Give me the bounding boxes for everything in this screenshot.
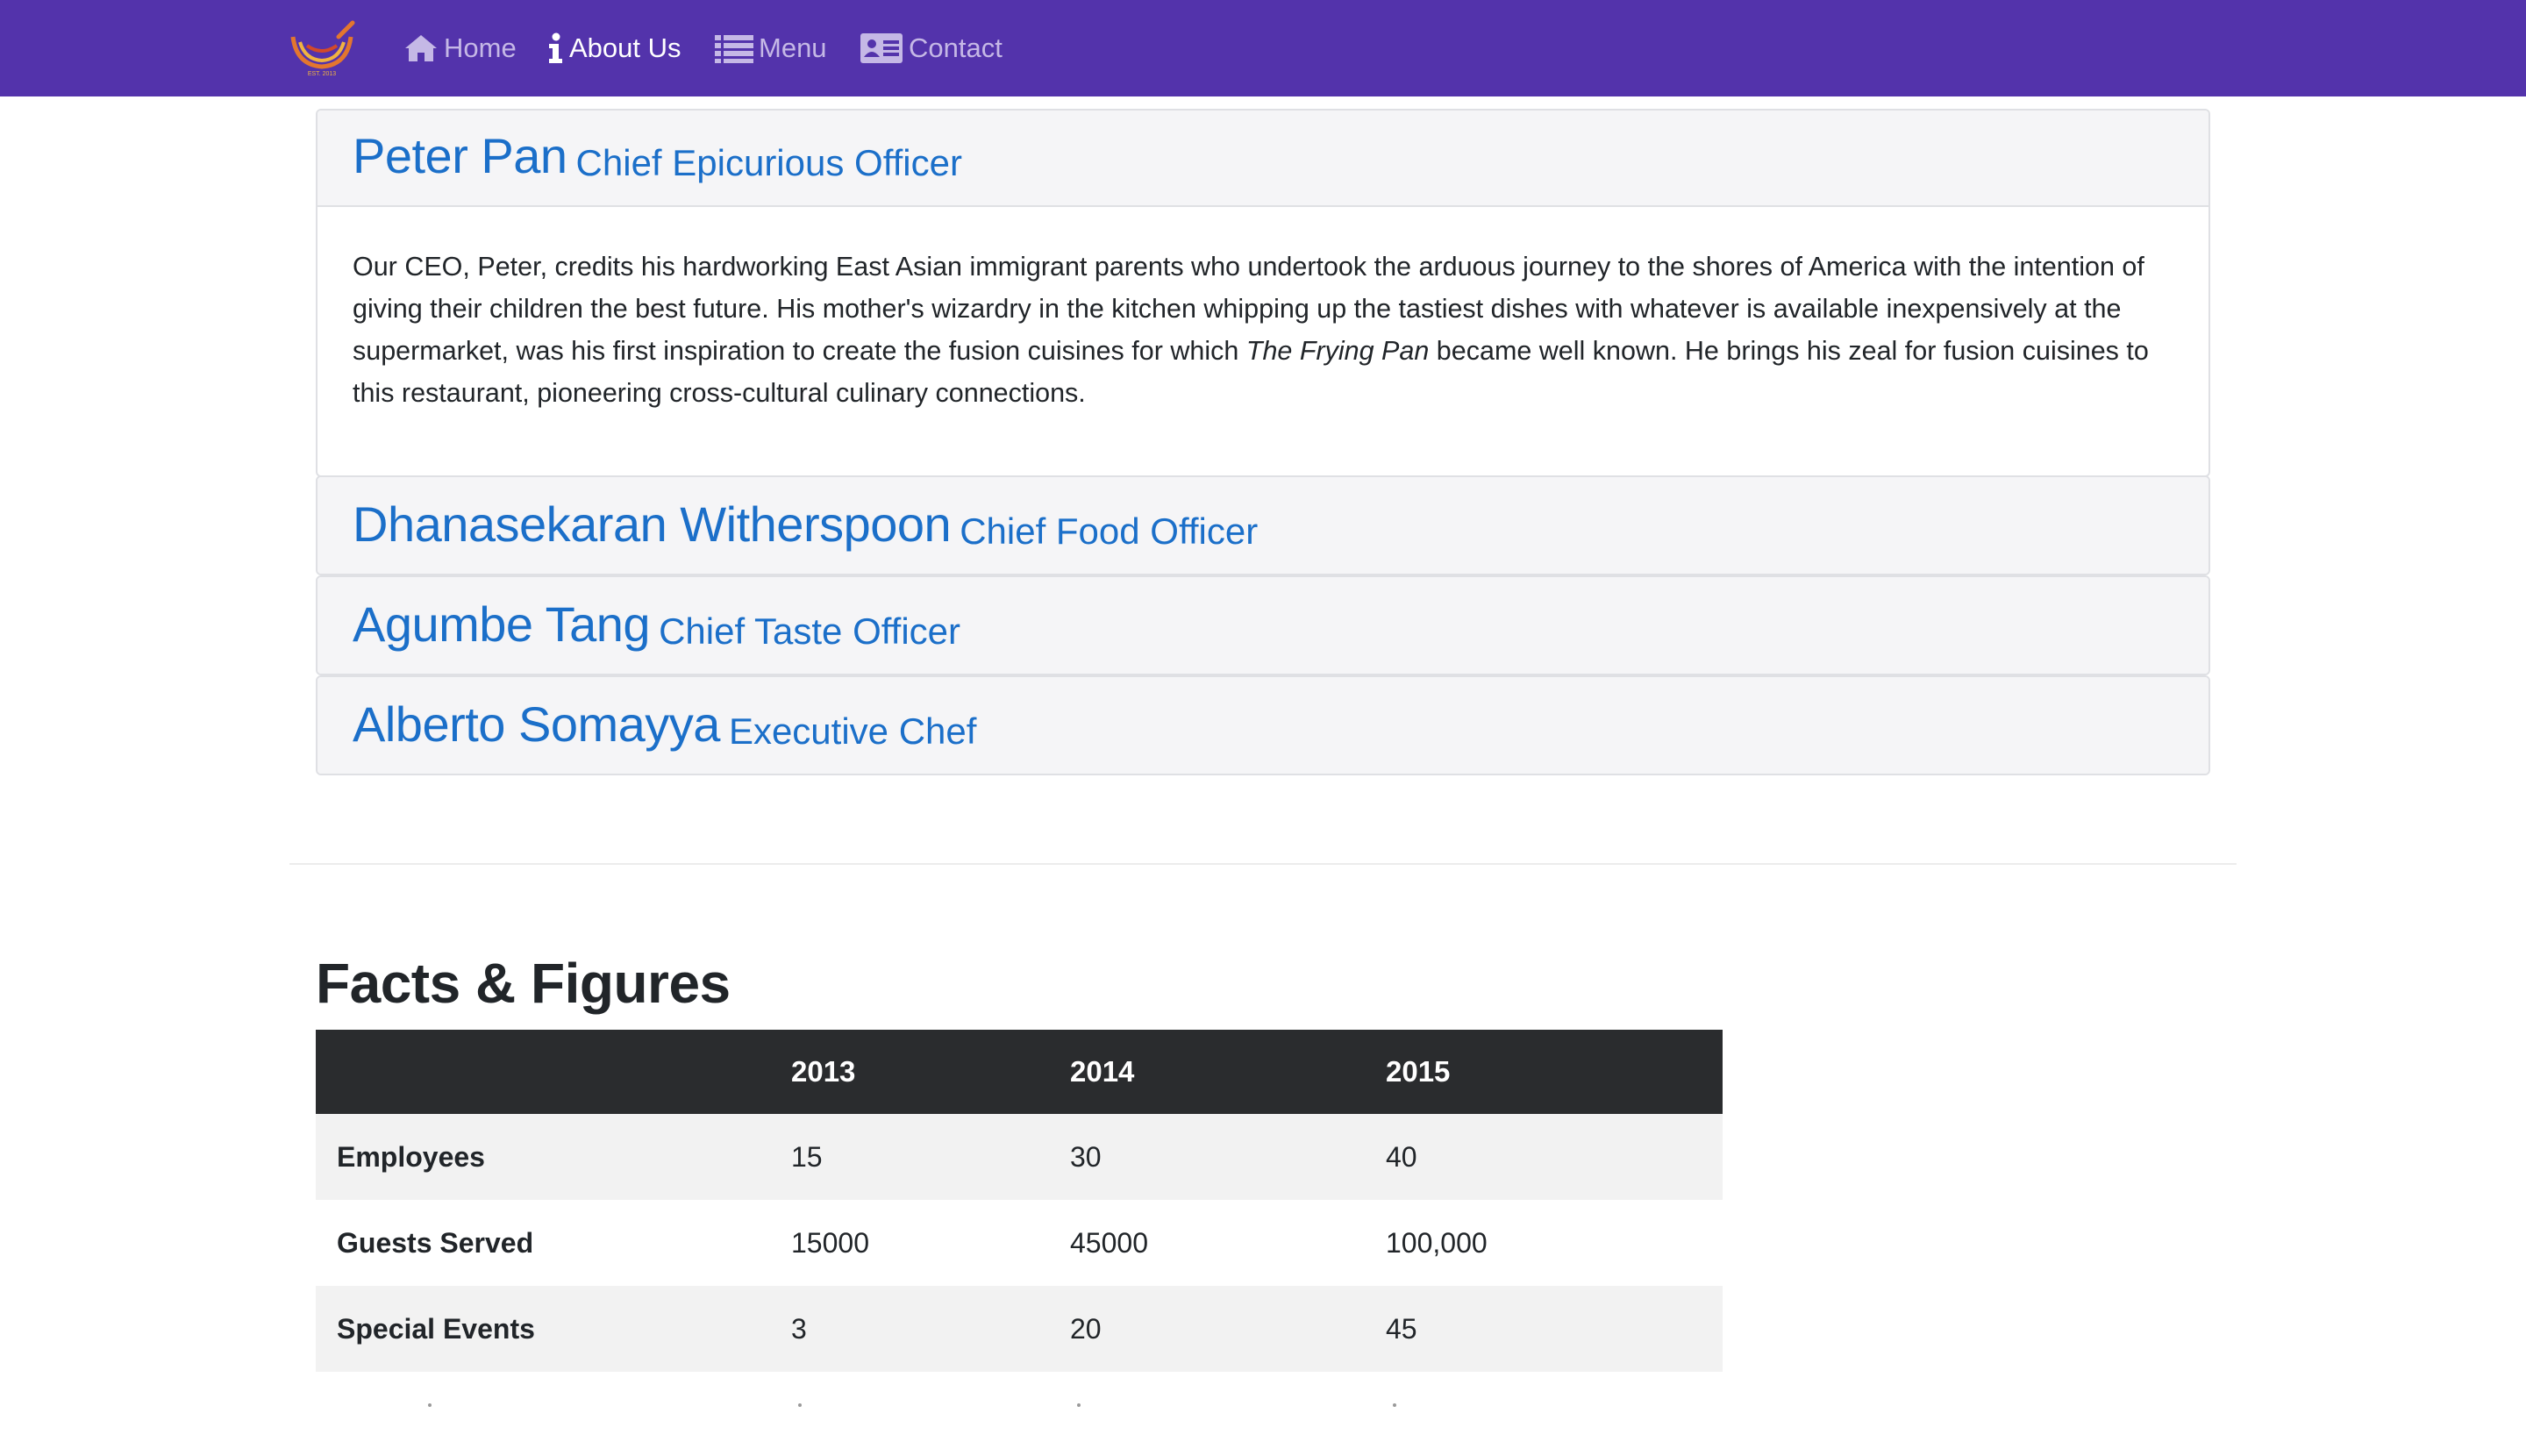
section-divider <box>289 863 2237 865</box>
person-name: Peter Pan <box>353 128 567 183</box>
facts-table: 2013 2014 2015 Employees 15 30 40 Guests… <box>316 1030 1723 1372</box>
address-card-icon <box>860 33 903 63</box>
accordion-body-peter-pan: Our CEO, Peter, credits his hardworking … <box>318 207 2208 474</box>
table-row: Special Events 3 20 45 <box>316 1286 1723 1372</box>
column-header <box>316 1030 770 1114</box>
person-role: Chief Taste Officer <box>659 610 960 652</box>
info-icon <box>549 32 562 63</box>
facts-header-row: 2013 2014 2015 <box>316 1030 1723 1114</box>
row-label: Special Events <box>316 1286 770 1372</box>
row-label: Guests Served <box>316 1200 770 1286</box>
nav-contact-label: Contact <box>909 32 1003 63</box>
accordion-header-dhanasekaran[interactable]: Dhanasekaran Witherspoon Chief Food Offi… <box>318 477 2208 574</box>
table-cell: 45000 <box>1049 1200 1365 1286</box>
table-row: Guests Served 15000 45000 100,000 <box>316 1200 1723 1286</box>
person-role: Chief Food Officer <box>960 510 1259 552</box>
table-cell: 15 <box>770 1114 1049 1200</box>
table-cell: 100,000 <box>1365 1200 1723 1286</box>
facts-title: Facts & Figures <box>316 952 731 1015</box>
accordion-card-alberto: Alberto Somayya Executive Chef <box>316 675 2210 775</box>
person-name: Dhanasekaran Witherspoon <box>353 496 952 552</box>
accordion-header-peter-pan[interactable]: Peter Pan Chief Epicurious Officer <box>318 111 2208 207</box>
svg-text:EST. 2013: EST. 2013 <box>308 71 336 77</box>
nav-about-link[interactable]: About Us <box>546 26 681 70</box>
table-cell: 45 <box>1365 1286 1723 1372</box>
accordion-header-alberto[interactable]: Alberto Somayya Executive Chef <box>318 677 2208 774</box>
nav-home-label: Home <box>444 32 517 63</box>
accordion-card-peter-pan: Peter Pan Chief Epicurious Officer Our C… <box>316 109 2210 477</box>
table-cell: 30 <box>1049 1114 1365 1200</box>
column-header: 2013 <box>770 1030 1049 1114</box>
table-cell: 20 <box>1049 1286 1365 1372</box>
table-row: Employees 15 30 40 <box>316 1114 1723 1200</box>
list-icon <box>715 35 753 63</box>
accordion-card-agumbe: Agumbe Tang Chief Taste Officer <box>316 575 2210 675</box>
nav-about-label: About Us <box>569 32 681 63</box>
navbar: EST. 2013 Home About Us Menu Contact <box>0 0 2526 96</box>
person-name: Alberto Somayya <box>353 696 720 752</box>
nav-menu-link[interactable]: Menu <box>715 26 827 70</box>
person-role: Chief Epicurious Officer <box>575 142 962 183</box>
nav-home-link[interactable]: Home <box>403 26 517 70</box>
bio-restaurant-name: The Frying Pan <box>1245 336 1430 366</box>
nav-contact-link[interactable]: Contact <box>860 26 1003 70</box>
row-label: Employees <box>316 1114 770 1200</box>
accordion-card-dhanasekaran: Dhanasekaran Witherspoon Chief Food Offi… <box>316 475 2210 575</box>
brand-logo[interactable]: EST. 2013 <box>288 19 356 77</box>
accordion-header-agumbe[interactable]: Agumbe Tang Chief Taste Officer <box>318 577 2208 674</box>
table-cell: 15000 <box>770 1200 1049 1286</box>
person-name: Agumbe Tang <box>353 596 651 652</box>
table-cell: 3 <box>770 1286 1049 1372</box>
cropped-row-remnant <box>316 1403 1723 1410</box>
home-icon <box>405 35 437 61</box>
nav-menu-label: Menu <box>759 32 827 63</box>
column-header: 2015 <box>1365 1030 1723 1114</box>
person-role: Executive Chef <box>728 710 977 752</box>
column-header: 2014 <box>1049 1030 1365 1114</box>
person-bio: Our CEO, Peter, credits his hardworking … <box>353 246 2173 414</box>
frying-pan-logo-icon: EST. 2013 <box>290 20 355 77</box>
table-cell: 40 <box>1365 1114 1723 1200</box>
